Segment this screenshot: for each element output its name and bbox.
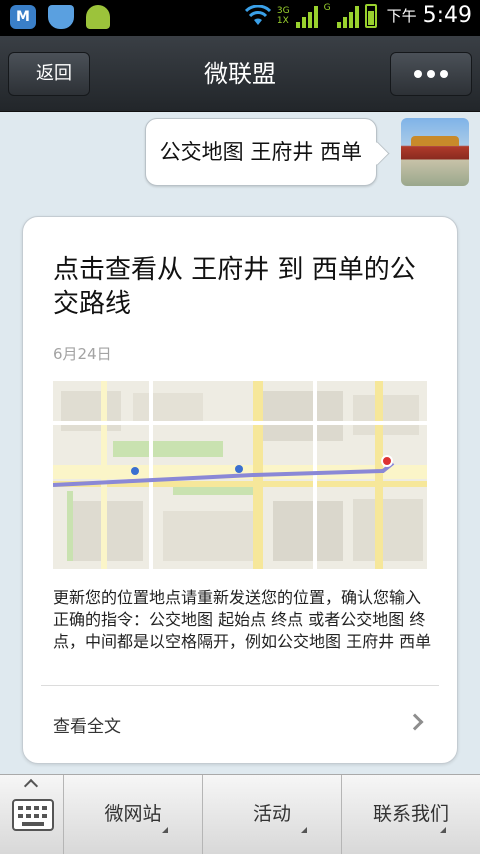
status-indicators: 3G 1X G 下午 5:49 xyxy=(244,3,472,28)
time-prefix: 下午 xyxy=(386,7,417,25)
shield-icon xyxy=(48,5,74,29)
read-more-label: 查看全文 xyxy=(53,717,121,737)
android-icon xyxy=(86,5,110,29)
news-card[interactable]: 点击查看从 王府井 到 西单的公交路线 6月24日 更新您的位置地点请重新发送您… xyxy=(22,216,458,764)
chevron-right-icon xyxy=(406,713,424,731)
menu-activities-label: 活动 xyxy=(252,803,291,825)
keyboard-icon xyxy=(12,799,54,831)
card-title[interactable]: 点击查看从 王府井 到 西单的公交路线 xyxy=(53,253,433,321)
network-type-g: G xyxy=(323,3,331,13)
menu-micro-site[interactable]: 微网站 xyxy=(64,775,203,854)
signal-bars-icon-2 xyxy=(336,4,359,28)
caret-up-icon xyxy=(23,778,39,794)
back-button[interactable]: 返回 xyxy=(8,52,90,96)
more-button[interactable] xyxy=(390,52,472,96)
sent-message-bubble[interactable]: 公交地图 王府井 西单 xyxy=(144,118,377,186)
route-map-image[interactable] xyxy=(53,381,427,569)
more-dots-icon xyxy=(414,70,422,78)
card-date: 6月24日 xyxy=(53,345,112,363)
wifi-icon xyxy=(244,4,271,25)
signal-bars-icon xyxy=(295,4,318,28)
menu-micro-site-label: 微网站 xyxy=(104,803,162,825)
card-description: 更新您的位置地点请重新发送您的位置，确认您输入正确的指令：公交地图 起始点 终点… xyxy=(53,588,432,651)
clock: 5:49 xyxy=(422,3,472,28)
notification-icons: M xyxy=(10,5,110,29)
network-type-3g: 3G 1X xyxy=(276,5,290,26)
submenu-indicator-icon xyxy=(301,827,307,833)
avatar[interactable] xyxy=(401,118,469,186)
bottom-menu-bar: 微网站 活动 联系我们 xyxy=(0,774,480,854)
read-more-row[interactable]: 查看全文 xyxy=(23,686,457,762)
keyboard-toggle-button[interactable] xyxy=(0,775,64,854)
m-app-icon: M xyxy=(10,5,36,29)
chat-area[interactable]: 公交地图 王府井 西单 点击查看从 王府井 到 西单的公交路线 6月24日 更新… xyxy=(0,112,480,774)
battery-icon xyxy=(364,3,377,28)
menu-contact-us[interactable]: 联系我们 xyxy=(342,775,480,854)
title-bar: 微联盟 返回 xyxy=(0,36,480,112)
menu-activities[interactable]: 活动 xyxy=(203,775,342,854)
menu-contact-us-label: 联系我们 xyxy=(372,803,449,825)
status-bar: M 3G 1X G 下午 5:49 xyxy=(0,0,480,36)
submenu-indicator-icon xyxy=(162,827,168,833)
submenu-indicator-icon xyxy=(440,827,446,833)
